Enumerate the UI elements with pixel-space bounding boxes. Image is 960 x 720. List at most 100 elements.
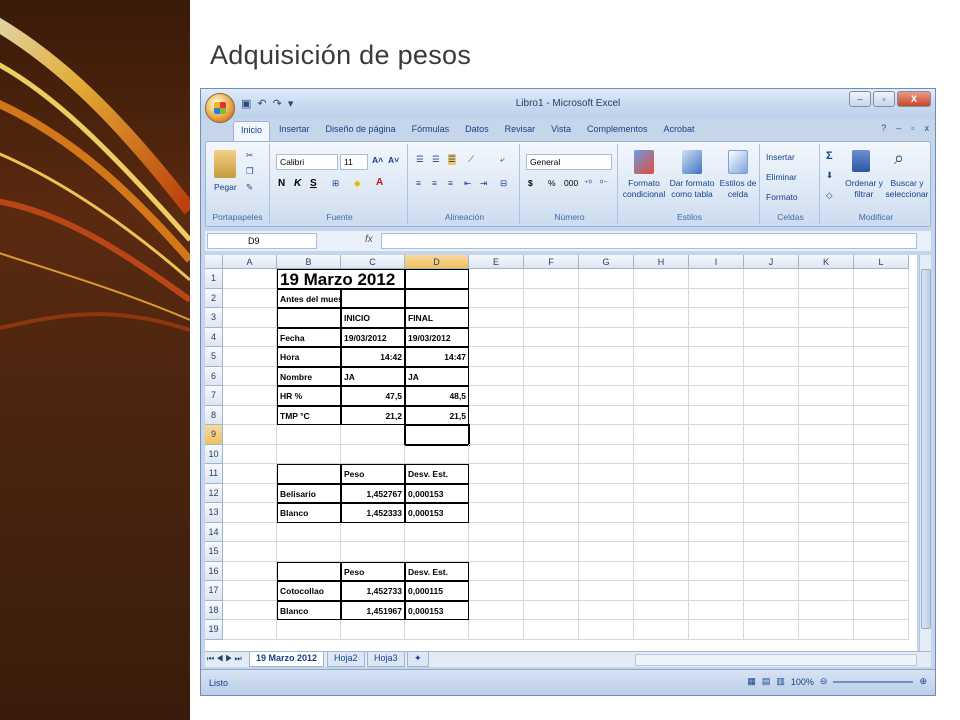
cell-b8[interactable]: TMP °C — [277, 405, 341, 425]
currency-icon[interactable]: $ — [528, 178, 533, 188]
cell-a1[interactable] — [223, 269, 277, 289]
cell-j11[interactable] — [744, 464, 799, 484]
cell-k18[interactable] — [799, 600, 854, 620]
row-header[interactable]: 19 — [205, 620, 223, 640]
cell-f11[interactable] — [524, 464, 579, 484]
format-painter-icon[interactable]: ✎ — [246, 182, 253, 193]
cell-h11[interactable] — [634, 464, 689, 484]
office-button[interactable] — [205, 93, 235, 123]
cell-k13[interactable] — [799, 503, 854, 523]
cell-l15[interactable] — [854, 542, 909, 562]
tab-3[interactable]: Fórmulas — [405, 121, 457, 141]
cell-f12[interactable] — [524, 483, 579, 503]
cell-f10[interactable] — [524, 444, 579, 464]
cell-h13[interactable] — [634, 503, 689, 523]
cell-k15[interactable] — [799, 542, 854, 562]
cell-b15[interactable] — [277, 542, 341, 562]
cell-d7[interactable]: 48,5 — [405, 386, 469, 406]
column-header[interactable]: D — [405, 255, 469, 269]
find-select-icon[interactable]: ⌕ — [894, 148, 904, 169]
insert-sheet-icon[interactable]: ✦ — [407, 652, 429, 667]
cell-d1[interactable] — [405, 269, 469, 289]
cell-l9[interactable] — [854, 425, 909, 445]
cell-g9[interactable] — [579, 425, 634, 445]
cell-l10[interactable] — [854, 444, 909, 464]
column-header[interactable]: H — [634, 255, 689, 269]
cell-d16[interactable]: Desv. Est. — [405, 561, 469, 581]
cell-j3[interactable] — [744, 308, 799, 328]
row-header[interactable]: 1 — [205, 269, 223, 289]
cell-k6[interactable] — [799, 366, 854, 386]
font-size-select[interactable]: 11 — [340, 154, 368, 170]
increase-decimal-icon[interactable]: ⁺⁰ — [584, 178, 592, 189]
cell-a16[interactable] — [223, 561, 277, 581]
page-break-view-icon[interactable]: ▥ — [776, 676, 785, 687]
copy-icon[interactable]: ❐ — [246, 166, 254, 177]
cell-g15[interactable] — [579, 542, 634, 562]
cell-c3[interactable]: INICIO — [341, 308, 405, 328]
cell-e11[interactable] — [469, 464, 524, 484]
cell-a2[interactable] — [223, 288, 277, 308]
cell-d6[interactable]: JA — [405, 366, 469, 386]
cell-e4[interactable] — [469, 327, 524, 347]
cell-k17[interactable] — [799, 581, 854, 601]
cell-b9[interactable] — [277, 425, 341, 445]
cell-k9[interactable] — [799, 425, 854, 445]
font-color-icon[interactable]: A — [376, 177, 383, 188]
cell-g10[interactable] — [579, 444, 634, 464]
cell-j19[interactable] — [744, 620, 799, 640]
normal-view-icon[interactable]: ▦ — [747, 676, 756, 687]
zoom-slider[interactable] — [833, 680, 914, 683]
vertical-scroll-thumb[interactable] — [921, 269, 931, 629]
zoom-level[interactable]: 100% — [791, 677, 814, 687]
cell-g3[interactable] — [579, 308, 634, 328]
cell-e19[interactable] — [469, 620, 524, 640]
cell-d8[interactable]: 21,5 — [405, 405, 469, 425]
cell-a3[interactable] — [223, 308, 277, 328]
cell-a4[interactable] — [223, 327, 277, 347]
cell-l2[interactable] — [854, 288, 909, 308]
column-header[interactable]: J — [744, 255, 799, 269]
cell-h19[interactable] — [634, 620, 689, 640]
tab-4[interactable]: Datos — [458, 121, 496, 141]
cell-h6[interactable] — [634, 366, 689, 386]
cell-l11[interactable] — [854, 464, 909, 484]
cell-c12[interactable]: 1,452767 — [341, 483, 405, 503]
cell-g1[interactable] — [579, 269, 634, 289]
insert-function-button[interactable]: fx — [365, 234, 373, 245]
cell-c6[interactable]: JA — [341, 366, 405, 386]
cell-e16[interactable] — [469, 561, 524, 581]
cell-i18[interactable] — [689, 600, 744, 620]
paste-icon[interactable] — [214, 150, 236, 178]
cell-j17[interactable] — [744, 581, 799, 601]
cell-g12[interactable] — [579, 483, 634, 503]
cell-h8[interactable] — [634, 405, 689, 425]
cell-j12[interactable] — [744, 483, 799, 503]
cell-c19[interactable] — [341, 620, 405, 640]
cell-h18[interactable] — [634, 600, 689, 620]
cell-f9[interactable] — [524, 425, 579, 445]
cell-l13[interactable] — [854, 503, 909, 523]
cell-k7[interactable] — [799, 386, 854, 406]
cell-i15[interactable] — [689, 542, 744, 562]
cell-g18[interactable] — [579, 600, 634, 620]
cell-i12[interactable] — [689, 483, 744, 503]
row-header[interactable]: 7 — [205, 386, 223, 406]
cell-a8[interactable] — [223, 405, 277, 425]
cell-j10[interactable] — [744, 444, 799, 464]
cell-i13[interactable] — [689, 503, 744, 523]
cell-b4[interactable]: Fecha — [277, 327, 341, 347]
cell-j2[interactable] — [744, 288, 799, 308]
cell-h17[interactable] — [634, 581, 689, 601]
cell-h3[interactable] — [634, 308, 689, 328]
cell-l19[interactable] — [854, 620, 909, 640]
tab-6[interactable]: Vista — [544, 121, 578, 141]
row-header[interactable]: 17 — [205, 581, 223, 601]
cell-k19[interactable] — [799, 620, 854, 640]
align-right-icon[interactable]: ≡ — [448, 178, 453, 188]
cell-l18[interactable] — [854, 600, 909, 620]
cell-k10[interactable] — [799, 444, 854, 464]
vertical-scrollbar[interactable] — [919, 255, 931, 651]
cell-g4[interactable] — [579, 327, 634, 347]
cell-k8[interactable] — [799, 405, 854, 425]
